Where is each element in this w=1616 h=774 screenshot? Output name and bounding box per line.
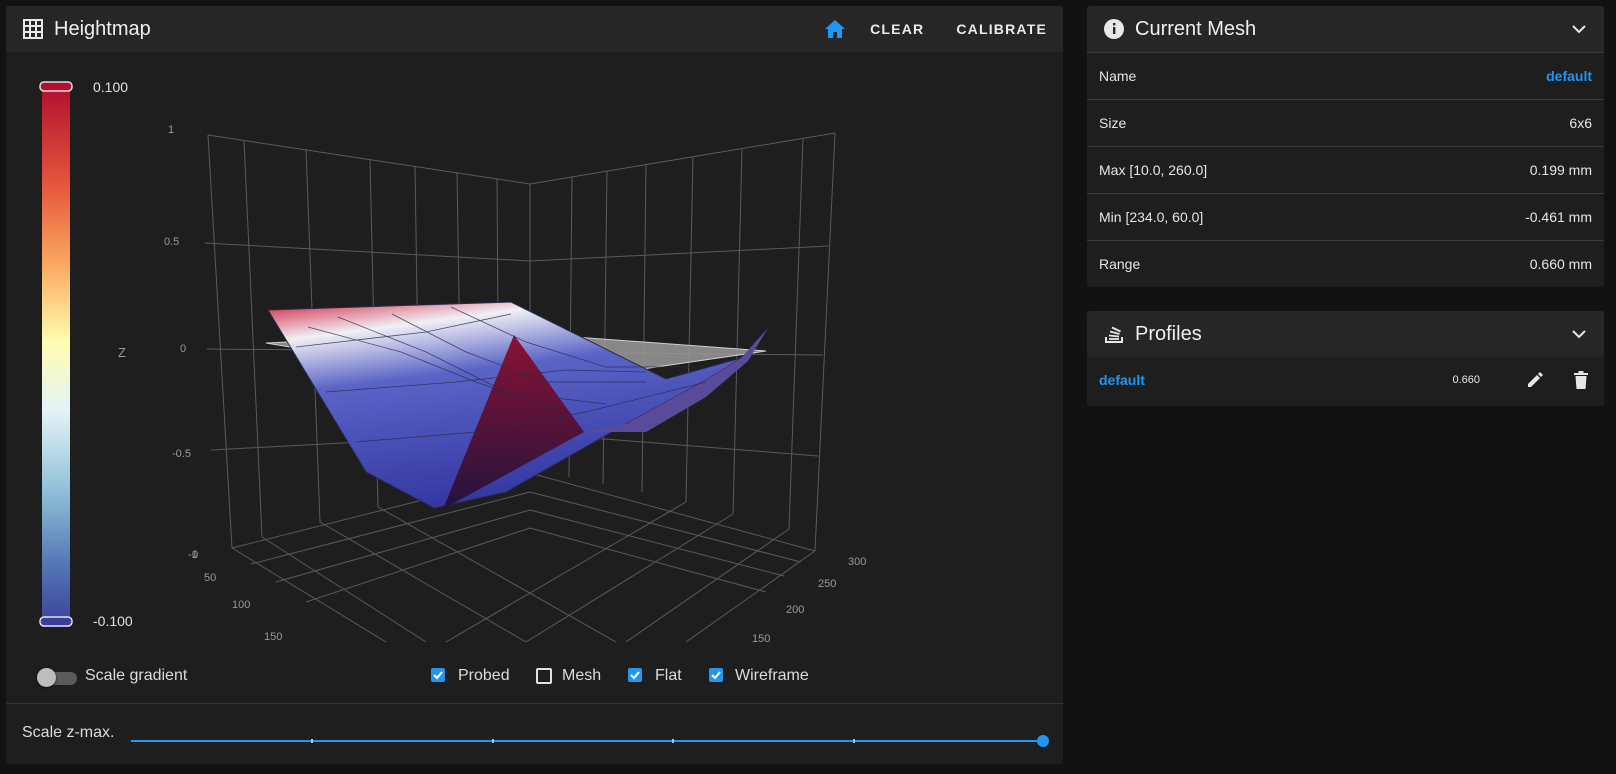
scale-zmax-row: Scale z-max. [6, 704, 1063, 764]
info-icon [1104, 19, 1124, 39]
heightmap-svg[interactable]: 0.100 -0.100 1 0.5 0 -0.5 -1 Z 0 50 100 … [6, 52, 1063, 657]
mesh-label: Mesh [562, 667, 602, 684]
colorscale-min-label: -0.100 [93, 613, 133, 629]
mesh-max-value: 0.199 mm [1529, 162, 1592, 178]
row-label: Max [10.0, 260.0] [1099, 162, 1208, 178]
pencil-icon [1528, 372, 1543, 387]
row-label: Range [1099, 256, 1141, 272]
heightmap-plot[interactable]: 0.100 -0.100 1 0.5 0 -0.5 -1 Z 0 50 100 … [6, 52, 1063, 657]
row-label: Size [1099, 115, 1127, 131]
probed-label: Probed [458, 667, 510, 684]
mesh-size-row: Size 6x6 [1087, 99, 1604, 146]
slider-tick [311, 739, 313, 743]
profiles-title: Profiles [1135, 322, 1202, 345]
chevron-down-icon [1572, 24, 1586, 33]
current-mesh-title: Current Mesh [1135, 17, 1257, 40]
slider-tick [672, 739, 674, 743]
y-tick-label: 250 [818, 578, 836, 590]
row-label: Min [234.0, 60.0] [1099, 209, 1204, 225]
mesh-min-row: Min [234.0, 60.0] -0.461 mm [1087, 193, 1604, 240]
scale-gradient-label: Scale gradient [85, 667, 188, 684]
y-tick-labels: 300 250 200 150 [752, 556, 866, 645]
x-tick-label: 50 [204, 572, 216, 584]
mesh-checkbox[interactable] [536, 668, 552, 684]
colorscale-bar [42, 87, 70, 627]
z-tick-label: 1 [168, 124, 174, 136]
x-tick-labels: 0 50 100 150 [192, 549, 282, 643]
flat-label: Flat [655, 667, 682, 684]
check-icon [630, 671, 640, 680]
heightmap-header: Heightmap CLEAR CALIBRATE [6, 6, 1063, 52]
current-mesh-header[interactable]: Current Mesh [1087, 6, 1604, 52]
profiles-card: Profiles default 0.660 [1087, 311, 1604, 406]
heightmap-title: Heightmap [54, 17, 151, 40]
mesh-min-value: -0.461 mm [1525, 209, 1592, 225]
x-tick-label: 0 [192, 549, 198, 561]
colorscale-max-label: 0.100 [93, 79, 128, 95]
toggle-thumb [37, 668, 56, 687]
trash-icon [1574, 371, 1588, 389]
stack-icon [1105, 326, 1123, 343]
scale-zmax-slider[interactable] [131, 740, 1039, 742]
collapse-button[interactable] [1554, 24, 1604, 34]
edit-profile-button[interactable] [1512, 357, 1558, 403]
plot-options: Scale gradient Probed Mesh Flat Wirefram… [6, 660, 1063, 694]
grid-icon [23, 19, 43, 39]
slider-tick [492, 739, 494, 743]
mesh-max-row: Max [10.0, 260.0] 0.199 mm [1087, 146, 1604, 193]
y-tick-label: 200 [786, 604, 804, 616]
row-label: Name [1099, 68, 1137, 84]
z-tick-label: -0.5 [172, 448, 191, 460]
profile-name[interactable]: default [1099, 372, 1145, 388]
z-tick-label: 0 [180, 343, 186, 355]
y-tick-label: 300 [848, 556, 866, 568]
mesh-size-value: 6x6 [1569, 115, 1592, 131]
mesh-name-value[interactable]: default [1546, 68, 1592, 84]
wireframe-label: Wireframe [735, 667, 809, 684]
heightmap-card: Heightmap CLEAR CALIBRATE 0.100 -0.100 1… [6, 6, 1063, 764]
check-icon [711, 671, 721, 680]
probed-checkbox[interactable] [431, 668, 445, 682]
x-tick-label: 150 [264, 631, 282, 643]
home-icon [825, 20, 846, 38]
z-tick-labels: 1 0.5 0 -0.5 -1 [164, 124, 198, 561]
mesh-name-row: Name default [1087, 52, 1604, 99]
mesh-range-value: 0.660 mm [1529, 256, 1592, 272]
colorscale-min-handle[interactable] [39, 616, 73, 627]
delete-profile-button[interactable] [1558, 357, 1604, 403]
colorscale-max-handle[interactable] [39, 81, 73, 92]
mesh-range-row: Range 0.660 mm [1087, 240, 1604, 287]
profile-row: default 0.660 [1087, 357, 1604, 403]
slider-tick [853, 739, 855, 743]
chevron-down-icon [1572, 329, 1586, 338]
scale-zmax-label: Scale z-max. [22, 724, 115, 741]
profile-range: 0.660 [1452, 374, 1480, 386]
z-axis-title: Z [118, 345, 126, 360]
flat-checkbox[interactable] [628, 668, 642, 682]
scale-zmax-thumb[interactable] [1037, 735, 1049, 747]
collapse-button[interactable] [1554, 329, 1604, 339]
x-tick-label: 100 [232, 599, 250, 611]
z-tick-label: 0.5 [164, 236, 179, 248]
current-mesh-card: Current Mesh Name default Size 6x6 Max [… [1087, 6, 1604, 287]
calibrate-button[interactable]: CALIBRATE [940, 6, 1063, 52]
clear-button[interactable]: CLEAR [854, 6, 940, 52]
wireframe-checkbox[interactable] [709, 668, 723, 682]
home-button[interactable] [816, 6, 854, 52]
y-tick-label: 150 [752, 633, 770, 645]
scale-gradient-toggle[interactable] [37, 668, 77, 687]
check-icon [433, 671, 443, 680]
profiles-header[interactable]: Profiles [1087, 311, 1604, 357]
